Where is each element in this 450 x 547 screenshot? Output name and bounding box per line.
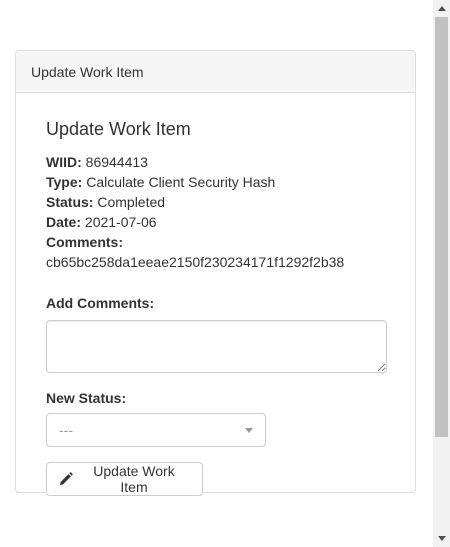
scrollbar-thumb[interactable] — [435, 17, 448, 437]
date-value: 2021-07-06 — [84, 214, 157, 230]
panel-heading: Update Work Item — [16, 51, 415, 93]
new-status-selected-value: --- — [59, 422, 73, 438]
update-work-item-button[interactable]: Update Work Item — [46, 462, 203, 496]
status-label: Status: — [46, 194, 94, 210]
new-status-select[interactable]: --- — [46, 413, 266, 447]
wiid-line: WIID: 86944413 — [46, 152, 385, 172]
page-viewport: Update Work Item Update Work Item WIID: … — [0, 0, 433, 547]
scroll-down-arrow-icon[interactable] — [438, 536, 446, 541]
wiid-label: WIID: — [46, 154, 82, 170]
new-status-label: New Status: — [46, 390, 127, 406]
date-line: Date: 2021-07-06 — [46, 212, 385, 232]
vertical-scrollbar[interactable] — [433, 0, 450, 547]
type-value: Calculate Client Security Hash — [86, 174, 276, 190]
wiid-value: 86944413 — [85, 154, 148, 170]
status-value: Completed — [97, 194, 166, 210]
date-label: Date: — [46, 214, 82, 230]
add-comments-label: Add Comments: — [46, 295, 155, 311]
type-line: Type: Calculate Client Security Hash — [46, 172, 385, 192]
panel-body: Update Work Item WIID: 86944413 Type: Ca… — [16, 93, 415, 496]
status-line: Status: Completed — [46, 192, 385, 212]
add-comments-textarea[interactable] — [46, 320, 387, 373]
form-title: Update Work Item — [46, 119, 191, 139]
chevron-down-icon — [245, 428, 253, 433]
comments-line: Comments: — [46, 232, 385, 252]
pencil-icon — [59, 472, 73, 486]
comments-label: Comments: — [46, 234, 124, 250]
comments-value: cb65bc258da1eeae2150f230234171f1292f2b38 — [46, 254, 345, 270]
update-button-label: Update Work Item — [93, 463, 175, 495]
type-label: Type: — [46, 174, 83, 190]
scroll-up-arrow-icon[interactable] — [438, 6, 446, 11]
update-work-item-panel: Update Work Item Update Work Item WIID: … — [15, 50, 416, 496]
